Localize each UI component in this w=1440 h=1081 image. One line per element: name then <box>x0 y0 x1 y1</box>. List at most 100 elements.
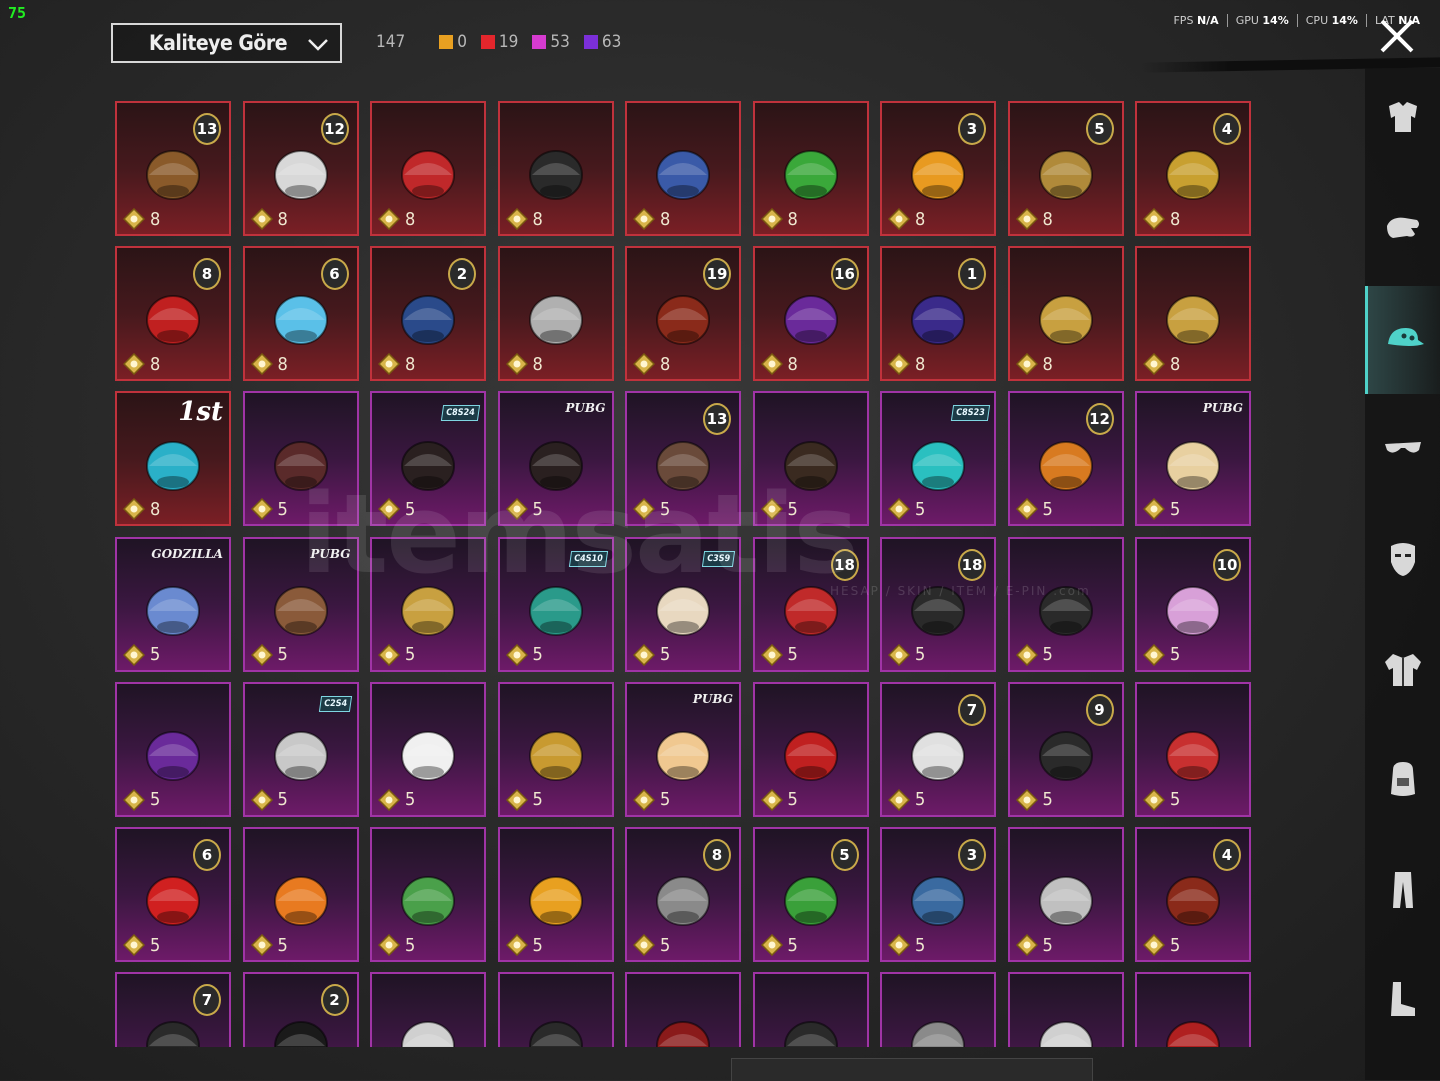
sidebar-item-pants[interactable] <box>1365 850 1440 930</box>
item-card[interactable] <box>880 972 996 1047</box>
sidebar-item-cap[interactable] <box>1365 286 1440 394</box>
item-card[interactable]: 8 <box>370 101 486 236</box>
quantity: 5 <box>378 498 415 521</box>
item-card[interactable] <box>497 972 614 1047</box>
diamond-icon <box>760 934 783 956</box>
level-badge: 4 <box>1213 839 1241 871</box>
helmet-icon <box>516 131 596 211</box>
item-card[interactable]: PUBG 5 <box>625 681 741 817</box>
item-card[interactable]: 5 <box>752 391 869 527</box>
helmet-icon <box>1026 1002 1106 1047</box>
season-badge: C8S24 <box>441 405 481 422</box>
sidebar-item-outfit[interactable] <box>1365 80 1440 160</box>
item-card[interactable]: C8S24 5 <box>370 391 486 527</box>
item-card[interactable]: C4S10 5 <box>497 536 614 672</box>
item-card[interactable]: 5 <box>752 681 869 817</box>
sidebar-item-glove[interactable] <box>1365 190 1440 270</box>
item-card[interactable] <box>625 972 741 1047</box>
item-card[interactable]: 5 <box>497 681 614 817</box>
item-card[interactable] <box>370 972 486 1047</box>
item-card[interactable] <box>1007 972 1124 1047</box>
item-card[interactable] <box>752 972 869 1047</box>
item-card[interactable]: 5 <box>1007 536 1124 672</box>
quantity: 8 <box>760 353 798 376</box>
quantity: 5 <box>633 788 670 811</box>
sidebar-item-boots[interactable] <box>1365 960 1440 1040</box>
item-card[interactable]: C8S23 5 <box>880 391 996 527</box>
item-card[interactable]: 18 5 <box>752 536 869 672</box>
item-card[interactable]: 13 8 <box>115 101 231 236</box>
helmet-icon <box>388 131 468 211</box>
sidebar-item-jacket[interactable] <box>1365 630 1440 710</box>
quantity: 5 <box>250 788 288 811</box>
item-card[interactable]: 28 <box>370 246 486 382</box>
item-card[interactable]: GODZILLA 5 <box>115 536 231 672</box>
count-purple: 63 <box>583 32 621 52</box>
item-card[interactable]: 35 <box>880 827 996 962</box>
item-card[interactable]: 75 <box>880 681 996 817</box>
helmet-icon <box>516 567 596 647</box>
item-card[interactable]: 8 <box>1135 246 1251 382</box>
item-card[interactable]: 8 <box>497 101 614 236</box>
item-card[interactable]: 68 <box>242 246 359 382</box>
sort-dropdown[interactable]: Kaliteye Göre <box>111 23 342 63</box>
item-card[interactable]: 13 5 <box>625 391 741 527</box>
item-card[interactable]: 88 <box>115 246 231 382</box>
diamond-icon <box>123 934 145 956</box>
diamond-icon <box>760 788 783 811</box>
count-pink: 53 <box>532 32 570 52</box>
sidebar-item-mask[interactable] <box>1365 520 1440 600</box>
diamond-icon <box>760 208 783 230</box>
sidebar-item-glasses[interactable] <box>1365 410 1440 490</box>
item-card[interactable]: 85 <box>625 827 741 962</box>
stat-fps: FPS N/A <box>1165 14 1228 27</box>
item-card[interactable]: 10 5 <box>1135 536 1251 672</box>
diamond-icon <box>378 643 400 666</box>
item-card[interactable]: PUBG 5 <box>1135 391 1251 527</box>
item-card[interactable]: 95 <box>1007 681 1124 817</box>
sidebar-item-backpack[interactable] <box>1365 740 1440 820</box>
item-card[interactable]: 5 <box>370 681 486 817</box>
item-card[interactable]: 5 <box>497 827 614 962</box>
item-card[interactable]: C2S4 5 <box>242 681 359 817</box>
count-red: 19 <box>480 32 518 52</box>
item-card[interactable]: 12 5 <box>1007 391 1124 527</box>
item-card[interactable]: PUBG 5 <box>242 536 359 672</box>
item-card[interactable]: 45 <box>1135 827 1251 962</box>
item-card[interactable]: 18 5 <box>880 536 996 672</box>
item-card[interactable] <box>1135 972 1251 1047</box>
item-card[interactable]: 5 <box>370 827 486 962</box>
item-card[interactable]: 5 <box>242 827 359 962</box>
item-card[interactable]: 5 <box>1007 827 1124 962</box>
close-icon[interactable] <box>1378 17 1416 55</box>
item-card[interactable]: 8 <box>752 101 869 236</box>
item-card[interactable]: 48 <box>1135 101 1251 236</box>
item-card[interactable]: 58 <box>1007 101 1124 236</box>
item-card[interactable]: 19 8 <box>625 246 741 382</box>
item-card[interactable]: 18 <box>880 246 996 382</box>
helmet-icon <box>388 857 468 937</box>
item-card[interactable]: 5 <box>115 681 231 817</box>
season-badge: C3S9 <box>701 550 736 567</box>
item-card[interactable]: 2 <box>242 972 359 1047</box>
item-card[interactable]: 7 <box>115 972 231 1047</box>
item-card[interactable]: 8 <box>1007 246 1124 382</box>
item-card[interactable]: 65 <box>115 827 231 962</box>
quantity: 5 <box>633 934 670 956</box>
item-card[interactable]: C3S9 5 <box>625 536 741 672</box>
item-card[interactable]: 55 <box>752 827 869 962</box>
item-card[interactable]: 38 <box>880 101 996 236</box>
item-card[interactable]: 8 <box>625 101 741 236</box>
item-card[interactable]: 1st 8 <box>115 391 231 527</box>
helmet-icon <box>388 1002 468 1047</box>
item-card[interactable]: 8 <box>497 246 614 382</box>
item-card[interactable]: 5 <box>242 391 359 527</box>
item-card[interactable]: 16 8 <box>752 246 869 382</box>
item-card[interactable]: 5 <box>370 536 486 672</box>
item-card[interactable]: 12 8 <box>242 101 359 236</box>
helmet-icon <box>133 422 213 502</box>
item-card[interactable]: PUBG 5 <box>497 391 614 527</box>
item-card[interactable]: 5 <box>1135 681 1251 817</box>
level-badge: 18 <box>958 548 986 581</box>
red-swatch <box>480 35 495 49</box>
